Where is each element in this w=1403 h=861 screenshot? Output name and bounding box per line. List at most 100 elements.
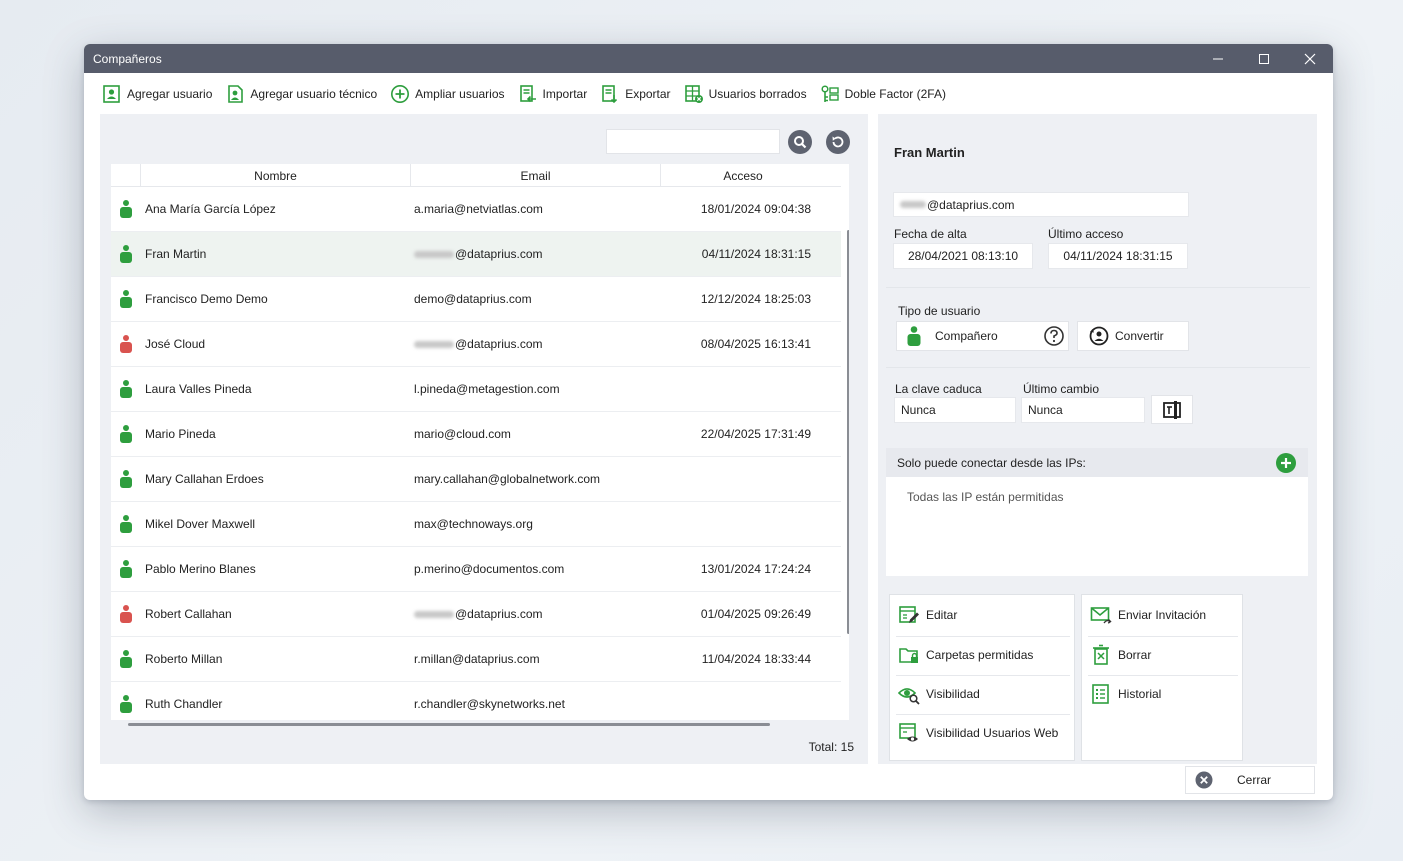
history-action[interactable]: Historial [1090, 682, 1161, 706]
table-row[interactable]: Ruth Chandler r.chandler@skynetworks.net [111, 682, 841, 720]
edit-action[interactable]: Editar [898, 603, 957, 627]
user-type-selector[interactable]: Compañero [896, 321, 1069, 351]
add-ip-icon[interactable] [1275, 452, 1297, 474]
table-row[interactable]: Mario Pineda mario@cloud.com 22/04/2025 17… [111, 412, 841, 457]
cell-name: José Cloud [145, 337, 206, 351]
title-bar: Compañeros [84, 44, 1333, 73]
web-users-visibility-action[interactable]: Visibilidad Usuarios Web [898, 721, 1058, 745]
help-icon[interactable] [1043, 325, 1065, 347]
add-tech-user-button[interactable]: Agregar usuario técnico [225, 82, 377, 106]
user-status-icon [111, 694, 140, 714]
user-status-icon [111, 559, 140, 579]
folder-lock-icon [899, 648, 918, 663]
cell-email: p.merino@documentos.com [410, 562, 680, 576]
add-user-button[interactable]: Agregar usuario [102, 82, 212, 106]
table-row[interactable]: Fran Martin @dataprius.com 04/11/2024 18:3… [111, 232, 841, 277]
delete-action[interactable]: Borrar [1090, 643, 1151, 667]
cell-access: 18/01/2024 09:04:38 [700, 202, 811, 216]
close-window-button[interactable] [1287, 44, 1333, 73]
table-row[interactable]: José Cloud @dataprius.com 08/04/2025 16:13… [111, 322, 841, 367]
separator [1088, 675, 1238, 676]
table-row[interactable]: Roberto Millan r.millan@dataprius.com 11/0… [111, 637, 841, 682]
header-email[interactable]: Email [411, 164, 661, 187]
two-factor-button[interactable]: Doble Factor (2FA) [820, 82, 946, 106]
cell-email: a.maria@netviatlas.com [410, 202, 680, 216]
header-access[interactable]: Acceso [661, 164, 825, 187]
cell-email-text: mario@cloud.com [414, 427, 511, 441]
separator [896, 636, 1070, 637]
password-change-button[interactable] [1151, 395, 1193, 424]
refresh-button[interactable] [826, 130, 850, 154]
cell-email-text: l.pineda@metagestion.com [414, 382, 560, 396]
users-list-panel: Nombre Email Acceso Ana María García Lóp… [100, 114, 868, 764]
add-tech-user-icon [228, 85, 244, 103]
cell-email: @dataprius.com [410, 247, 680, 261]
export-label: Exportar [625, 87, 671, 101]
separator [886, 287, 1310, 288]
cell-name: Mario Pineda [145, 427, 216, 441]
close-button[interactable]: Cerrar [1185, 766, 1315, 794]
cell-email: l.pineda@metagestion.com [410, 382, 680, 396]
email-redacted [900, 201, 926, 208]
table-row[interactable]: Robert Callahan @dataprius.com 01/04/2025 … [111, 592, 841, 637]
maximize-button[interactable] [1241, 44, 1287, 73]
user-type-value: Compañero [935, 329, 998, 343]
search-button[interactable] [788, 130, 812, 154]
ultimo-cambio-label: Último cambio [1023, 382, 1100, 396]
cell-email: mary.callahan@globalnetwork.com [410, 472, 680, 486]
cell-name: Laura Valles Pineda [145, 382, 252, 396]
password-edit-icon [1163, 400, 1181, 419]
cell-access: 08/04/2025 16:13:41 [700, 337, 811, 351]
cell-email: r.millan@dataprius.com [410, 652, 680, 666]
allowed-folders-action[interactable]: Carpetas permitidas [898, 643, 1033, 667]
table-row[interactable]: Francisco Demo Demo demo@dataprius.com 12/… [111, 277, 841, 322]
cell-access: 11/04/2024 18:33:44 [701, 652, 811, 666]
web-users-visibility-label: Visibilidad Usuarios Web [926, 726, 1059, 740]
cell-email-text: @dataprius.com [455, 607, 543, 621]
horizontal-scrollbar[interactable] [128, 723, 770, 726]
separator [886, 367, 1310, 368]
close-circle-icon [1195, 771, 1213, 789]
edit-label: Editar [926, 608, 958, 622]
minimize-button[interactable] [1195, 44, 1241, 73]
allowed-folders-label: Carpetas permitidas [926, 648, 1034, 662]
export-button[interactable]: Exportar [600, 82, 671, 106]
add-tech-user-label: Agregar usuario técnico [250, 87, 378, 101]
user-status-icon [111, 604, 140, 624]
visibility-action[interactable]: Visibilidad [898, 682, 980, 706]
cell-email-text: r.millan@dataprius.com [414, 652, 540, 666]
detail-email-field: @dataprius.com [893, 192, 1189, 217]
cell-email: @dataprius.com [410, 607, 680, 621]
actions-left-box: Editar Carpetas permitidas Visibilidad V… [889, 594, 1075, 761]
detail-user-name: Fran Martin [894, 145, 965, 160]
visibility-label: Visibilidad [926, 687, 980, 701]
cell-access: 12/12/2024 18:25:03 [700, 292, 811, 306]
vertical-scrollbar[interactable] [847, 230, 849, 634]
search-input[interactable] [606, 129, 780, 154]
table-row[interactable]: Laura Valles Pineda l.pineda@metagestion.… [111, 367, 841, 412]
table-row[interactable]: Ana María García López a.maria@netviatlas… [111, 187, 841, 232]
cell-email-text: @dataprius.com [455, 247, 543, 261]
cell-name: Roberto Millan [145, 652, 223, 666]
table-row[interactable]: Pablo Merino Blanes p.merino@documentos.c… [111, 547, 841, 592]
import-button[interactable]: Importar [518, 82, 587, 106]
send-invitation-label: Enviar Invitación [1118, 608, 1207, 622]
refresh-icon [832, 136, 844, 148]
clave-caduca-label: La clave caduca [895, 382, 982, 396]
trash-icon [1093, 644, 1109, 665]
user-status-icon [111, 424, 140, 444]
deleted-users-button[interactable]: Usuarios borrados [684, 82, 807, 106]
history-label: Historial [1118, 687, 1162, 701]
send-invitation-action[interactable]: Enviar Invitación [1090, 603, 1206, 627]
allowed-ips-header: Solo puede conectar desde las IPs: [886, 448, 1308, 477]
detail-email-value: @dataprius.com [927, 197, 1015, 212]
user-status-icon [111, 379, 140, 399]
convert-label: Convertir [1115, 329, 1164, 343]
table-row[interactable]: Mary Callahan Erdoes mary.callahan@global… [111, 457, 841, 502]
grid-header: Nombre Email Acceso [111, 164, 841, 187]
header-name[interactable]: Nombre [141, 164, 411, 187]
table-row[interactable]: Mikel Dover Maxwell max@technoways.org [111, 502, 841, 547]
web-visibility-icon [899, 723, 918, 742]
expand-users-button[interactable]: Ampliar usuarios [390, 82, 505, 106]
convert-button[interactable]: Convertir [1077, 321, 1189, 351]
